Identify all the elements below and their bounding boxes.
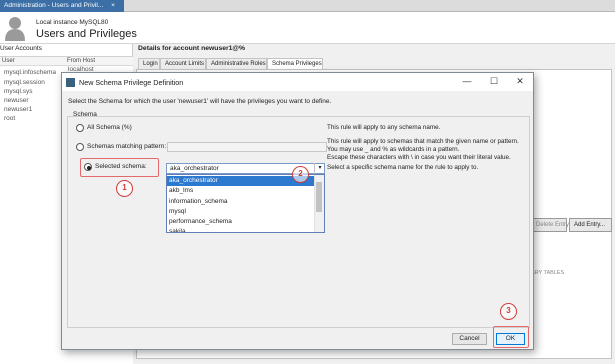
instance-label: Local instance MySQL80: [36, 19, 109, 26]
user-row[interactable]: mysql.session: [4, 79, 45, 86]
col-user[interactable]: User: [2, 58, 15, 64]
all-schema-help: This rule will apply to any schema name.: [327, 124, 441, 131]
tab-close-icon[interactable]: ×: [111, 2, 115, 9]
tab-login[interactable]: Login: [138, 58, 160, 69]
user-accounts-title: User Accounts: [0, 45, 42, 52]
list-item[interactable]: information_schema: [167, 197, 314, 207]
delete-entry-button[interactable]: Delete Entry: [531, 218, 569, 232]
matching-pattern-label[interactable]: Schemas matching pattern:: [87, 143, 166, 150]
cancel-button[interactable]: Cancel: [452, 333, 487, 345]
user-row[interactable]: newuser1: [4, 106, 32, 113]
close-icon[interactable]: ✕: [513, 76, 527, 87]
matching-pattern-radio[interactable]: [76, 143, 84, 151]
user-row[interactable]: newuser: [4, 97, 29, 104]
minimize-icon[interactable]: —: [460, 76, 474, 86]
selected-schema-help: Select a specific schema name for the ru…: [327, 164, 479, 171]
col-from-host[interactable]: From Host: [67, 58, 95, 64]
maximize-icon[interactable]: ☐: [487, 76, 501, 87]
details-title: Details for account newuser1@%: [138, 45, 246, 52]
page-title: Users and Privileges: [36, 28, 137, 40]
ok-button[interactable]: OK: [496, 333, 525, 345]
list-item[interactable]: sakila: [167, 227, 314, 232]
user-row[interactable]: mysql.sys: [4, 88, 33, 95]
privileges-section-label: ARY TABLES: [531, 270, 565, 276]
dialog-instruction: Select the Schema for which the user 'ne…: [68, 98, 332, 105]
user-avatar-icon: [4, 15, 26, 41]
selected-schema-radio[interactable]: [84, 163, 92, 171]
matching-help-line: Escape these characters with \ in case y…: [327, 154, 511, 161]
workbench-icon: [66, 78, 75, 87]
list-item[interactable]: akb_lms: [167, 186, 314, 196]
matching-help-line: This rule will apply to schemas that mat…: [327, 138, 519, 145]
list-item[interactable]: performance_schema: [167, 217, 314, 227]
user-row[interactable]: root: [4, 115, 15, 122]
schema-group-label: Schema: [73, 111, 97, 118]
all-schema-label[interactable]: All Schema (%): [87, 124, 132, 131]
pattern-input[interactable]: [167, 142, 327, 152]
add-entry-button[interactable]: Add Entry...: [569, 218, 612, 232]
tab-title: Administration - Users and Privil...: [4, 2, 104, 9]
chevron-down-icon[interactable]: ▾: [314, 163, 325, 174]
tab-schema-privileges[interactable]: Schema Privileges: [267, 58, 323, 69]
tab-administration[interactable]: Administration - Users and Privil... ×: [0, 0, 124, 12]
dialog-title: New Schema Privilege Definition: [79, 78, 184, 87]
selected-schema-label[interactable]: Selected schema:: [95, 163, 147, 170]
callout-3: 3: [500, 303, 517, 320]
user-row[interactable]: mysql.infoschema: [4, 69, 56, 76]
callout-1: 1: [116, 180, 133, 197]
tab-account-limits[interactable]: Account Limits: [160, 58, 206, 69]
scrollbar-thumb[interactable]: [316, 182, 322, 212]
tab-administrative-roles[interactable]: Administrative Roles: [206, 58, 267, 69]
all-schema-radio[interactable]: [76, 124, 84, 132]
list-item[interactable]: mysql: [167, 207, 314, 217]
callout-2: 2: [292, 166, 309, 183]
matching-help-line: You may use _ and % as wildcards in a pa…: [327, 146, 460, 153]
